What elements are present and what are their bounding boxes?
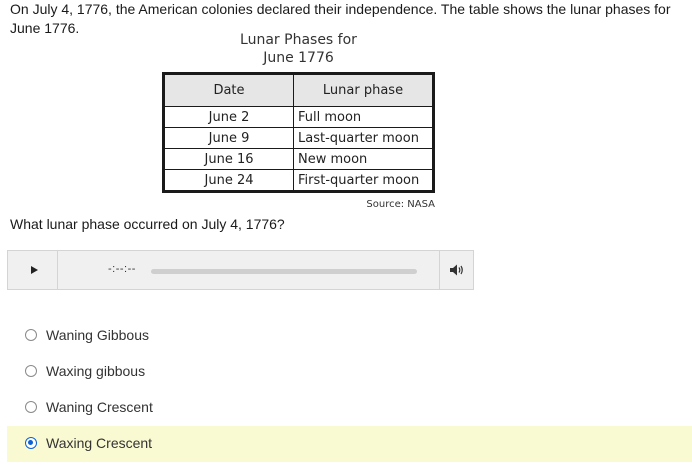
- cell-date: June 16: [163, 148, 294, 170]
- table-row: June 2 Full moon: [163, 106, 434, 128]
- table-header-row: Date Lunar phase: [163, 73, 434, 107]
- option-label: Waxing Crescent: [46, 435, 153, 451]
- header-date: Date: [163, 73, 294, 107]
- radio-button[interactable]: [25, 437, 37, 449]
- option-label: Waxing gibbous: [46, 363, 146, 379]
- cell-phase: First-quarter moon: [293, 169, 434, 192]
- time-display: -:--:--: [108, 263, 136, 275]
- cell-phase: Full moon: [293, 106, 434, 128]
- answer-option[interactable]: Waxing gibbous: [7, 354, 692, 390]
- cell-date: June 2: [163, 106, 294, 128]
- answer-option[interactable]: Waning Crescent: [7, 390, 692, 426]
- question-prompt: What lunar phase occurred on July 4, 177…: [10, 216, 285, 232]
- option-label: Waning Gibbous: [46, 327, 149, 343]
- table-title-line-1: Lunar Phases for: [240, 32, 357, 48]
- cell-phase: Last-quarter moon: [293, 127, 434, 149]
- table-title: Lunar Phases for June 1776: [163, 31, 434, 67]
- answer-option[interactable]: Waning Gibbous: [7, 318, 692, 354]
- table-row: June 9 Last-quarter moon: [163, 127, 434, 149]
- volume-button[interactable]: [439, 251, 473, 289]
- cell-date: June 9: [163, 127, 294, 149]
- cell-date: June 24: [163, 169, 294, 192]
- audio-player: -:--:--: [7, 250, 474, 290]
- table-title-line-2: June 1776: [263, 50, 334, 66]
- play-button[interactable]: [8, 251, 58, 289]
- option-label: Waning Crescent: [46, 399, 153, 415]
- lunar-phases-table: Date Lunar phase June 2 Full moon June 9…: [162, 72, 435, 193]
- cell-phase: New moon: [293, 148, 434, 170]
- table-row: June 24 First-quarter moon: [163, 169, 434, 192]
- table-source: Source: NASA: [366, 199, 435, 210]
- radio-button[interactable]: [25, 401, 37, 413]
- progress-track[interactable]: [151, 269, 417, 274]
- header-lunar-phase: Lunar phase: [293, 73, 434, 107]
- answer-options: Waning Gibbous Waxing gibbous Waning Cre…: [7, 318, 692, 462]
- volume-icon: [450, 264, 463, 276]
- table-row: June 16 New moon: [163, 148, 434, 170]
- play-icon: [31, 266, 38, 274]
- answer-option[interactable]: Waxing Crescent: [7, 426, 692, 462]
- radio-button[interactable]: [25, 329, 37, 341]
- radio-button[interactable]: [25, 365, 37, 377]
